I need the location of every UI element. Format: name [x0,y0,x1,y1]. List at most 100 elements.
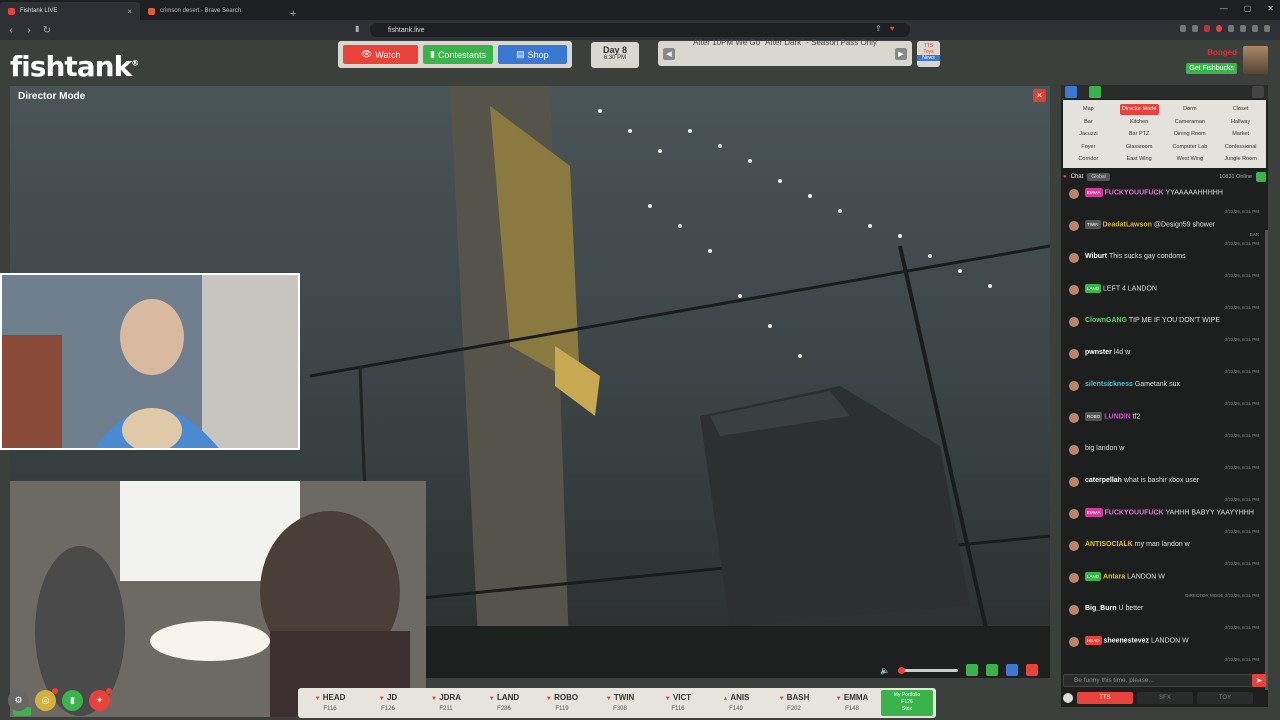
room-hallway[interactable]: Hallway [1215,116,1266,129]
chat-avatar[interactable] [1069,349,1079,359]
extension-icon[interactable] [1180,25,1186,32]
room-cameraman[interactable]: Cameraman [1165,116,1216,129]
shop-button[interactable]: ▤ Shop [497,45,568,64]
share-icon[interactable]: ⇪ [875,24,882,33]
close-tab-icon[interactable]: × [127,7,132,16]
extension-icon[interactable] [1228,25,1234,32]
chat-input[interactable]: Be funny this time, please... [1063,674,1259,687]
chat-avatar[interactable] [1069,573,1079,583]
collapse-icon[interactable] [1252,86,1264,98]
volume-icon[interactable]: 🔈 [880,666,890,675]
room-bar-ptz[interactable]: Bar PTZ [1114,128,1165,141]
room-jungle-room[interactable]: Jungle Room [1215,153,1266,166]
clip-icon[interactable] [965,664,978,676]
contestant-head[interactable]: ▼ HEAD F116 [301,693,359,714]
chat-username[interactable]: ClownGANG [1085,317,1127,324]
record-icon[interactable] [1216,25,1222,32]
room-corridor[interactable]: Corridor [1063,153,1114,166]
room-kitchen[interactable]: Kitchen [1114,116,1165,129]
contestant-land[interactable]: ▼ LAND F286 [475,693,533,714]
contestant-twin[interactable]: ▼ TWIN F308 [591,693,649,714]
fullscreen-icon[interactable] [1005,664,1018,676]
contestant-jd[interactable]: ▼ JD F126 [359,693,417,714]
chat-avatar[interactable] [1069,445,1079,455]
browser-tab-search[interactable]: crimson desert - Brave Search [140,2,280,20]
chat-avatar[interactable] [1069,285,1079,295]
room-dorm[interactable]: Dorm [1165,103,1216,116]
chat-avatar[interactable] [1069,509,1079,519]
back-icon[interactable]: ‹ [4,25,18,36]
coins-icon[interactable]: ◎ [35,688,58,711]
extension-icon[interactable] [1204,25,1210,32]
chat-username[interactable]: ANTISOCIALK [1085,541,1133,548]
room-market[interactable]: Market [1215,128,1266,141]
forward-icon[interactable]: › [22,25,36,36]
brave-shield-icon[interactable]: ♥ [890,24,895,33]
new-tab-icon[interactable]: + [280,8,306,20]
chat-label[interactable]: Chat [1071,174,1084,180]
username[interactable]: Bonged [1163,48,1237,57]
chat-avatar[interactable] [1069,253,1079,263]
chat-settings-icon[interactable] [1256,172,1266,182]
extension-icon[interactable] [1192,25,1198,32]
room-glassroom[interactable]: Glassroom [1114,141,1165,154]
ticker-prev-icon[interactable]: ◀ [663,47,675,60]
extension-icon[interactable] [1252,25,1258,32]
contestant-robo[interactable]: ▼ ROBO F119 [533,693,591,714]
chat-username[interactable]: LUNDIN [1104,413,1130,420]
close-player-icon[interactable]: ✕ [1033,89,1046,102]
contestant-emma[interactable]: ▼ EMMA F148 [823,693,881,714]
room-east-wing[interactable]: East Wing [1114,153,1165,166]
chat-username[interactable]: FUCKYOUUFUCK [1105,509,1164,516]
missions-icon[interactable]: ✦ [89,688,112,711]
room-jacuzzi[interactable]: Jacuzzi [1063,128,1114,141]
room-map[interactable]: Map [1063,103,1114,116]
chat-avatar[interactable] [1069,381,1079,391]
contestants-button[interactable]: ▮ Contestants [423,45,493,64]
send-icon[interactable]: ➤ [1252,674,1266,687]
toy-button[interactable]: TOY [1197,692,1253,704]
minimize-icon[interactable]: — [1220,4,1228,13]
reload-icon[interactable]: ↻ [40,25,54,36]
avatar[interactable] [1243,46,1268,74]
maximize-icon[interactable]: ▢ [1244,4,1252,13]
chat-avatar[interactable] [1069,637,1079,647]
fishtank-logo[interactable]: fishtank® [10,50,139,83]
chat-avatar[interactable] [1069,605,1079,615]
url-field[interactable]: fishtank.live [370,23,910,37]
room-director-mode[interactable]: Director Mode [1119,104,1159,115]
chat-avatar[interactable] [1069,413,1079,423]
contestant-bash[interactable]: ▼ BASH F202 [765,693,823,714]
bookmark-icon[interactable]: ▮ [355,24,359,33]
chat-username[interactable]: silentsickness [1085,381,1133,388]
chat-avatar[interactable] [1069,317,1079,327]
chat-username[interactable]: caterpellah [1085,477,1122,484]
contestant-jdra[interactable]: ▼ JDRA F211 [417,693,475,714]
room-foyer[interactable]: Foyer [1063,141,1114,154]
room-closet[interactable]: Closet [1215,103,1266,116]
room-computer-lab[interactable]: Computer Lab [1165,141,1216,154]
chat-username[interactable]: Big_Burn [1085,605,1117,612]
chat-avatar[interactable] [1069,477,1079,487]
room-bar[interactable]: Bar [1063,116,1114,129]
emoji-icon[interactable] [1063,693,1073,703]
tts-badge[interactable]: TTS Toys News [917,41,940,67]
browser-tab-fishtank[interactable]: Fishtank LIVE × [0,2,140,20]
room-west-wing[interactable]: West Wing [1165,153,1216,166]
items-icon[interactable]: ▮ [62,690,83,711]
record-icon[interactable] [1025,664,1038,676]
chat-avatar[interactable] [1069,189,1079,199]
chat-username[interactable]: DeadatLawson [1103,221,1152,228]
volume-handle[interactable] [897,666,905,674]
chat-avatar[interactable] [1069,221,1079,231]
extension-icon[interactable] [1264,25,1270,32]
ticker-next-icon[interactable]: ▶ [894,47,907,60]
chat-username[interactable]: sheenestevez [1104,637,1150,644]
chat-scrollbar[interactable] [1265,230,1268,690]
settings-icon[interactable]: ⚙ [8,690,29,711]
contestant-vict[interactable]: ▼ VICT F116 [649,693,707,714]
volume-slider[interactable] [897,666,958,674]
tts-button[interactable]: TTS [1077,692,1133,704]
global-tab[interactable]: Global [1087,173,1110,181]
close-window-icon[interactable]: ✕ [1267,4,1274,13]
